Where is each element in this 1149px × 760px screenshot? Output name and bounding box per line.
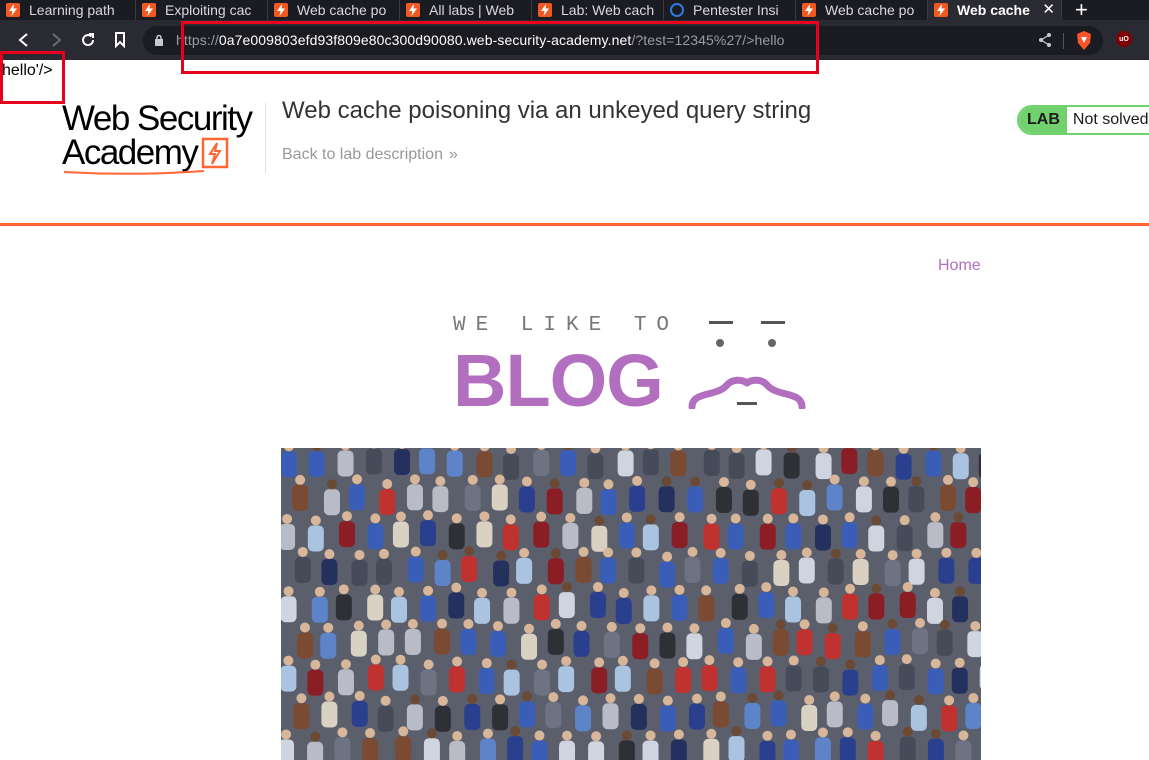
- back-to-lab-description-link[interactable]: Back to lab description »: [282, 146, 458, 164]
- tab-exploiting-cache[interactable]: Exploiting cac: [136, 0, 268, 20]
- tab-label: Web cache: [957, 2, 1030, 18]
- reload-button[interactable]: [76, 28, 100, 52]
- logo-line1: Web Security: [62, 99, 253, 138]
- blog-word: BLOG: [453, 339, 664, 422]
- portswigger-icon: [6, 3, 20, 17]
- tab-label: All labs | Web: [429, 2, 515, 18]
- lock-icon: [155, 34, 163, 46]
- forward-arrow-icon: [52, 33, 62, 47]
- lab-title: Web cache poisoning via an unkeyed query…: [282, 97, 812, 124]
- brave-shields-icon[interactable]: [1076, 31, 1092, 50]
- ublock-origin-icon[interactable]: uO: [1116, 31, 1132, 47]
- logo-line2: Academy: [62, 133, 199, 172]
- portswigger-icon: [406, 3, 420, 17]
- forward-button[interactable]: [44, 28, 68, 52]
- tab-label: Web cache po: [825, 2, 915, 18]
- tab-label: Exploiting cac: [165, 2, 252, 18]
- tab-web-cache-active[interactable]: Web cache ✕: [928, 0, 1062, 20]
- lab-tag: LAB: [1019, 107, 1067, 133]
- bookmark-icon: [115, 32, 125, 48]
- header-orange-rule: [0, 223, 1149, 226]
- urlbar-separator: [1063, 33, 1064, 49]
- double-chevron-icon: »: [448, 146, 458, 163]
- tab-learning-path[interactable]: Learning path: [0, 0, 136, 20]
- lab-status-badge: LAB Not solved: [1017, 105, 1149, 135]
- reload-icon: [82, 33, 95, 47]
- header-divider: [265, 103, 266, 173]
- nav-home-link[interactable]: Home: [938, 257, 981, 275]
- portswigger-icon: [142, 3, 156, 17]
- tab-web-cache-poisoning-1[interactable]: Web cache po: [268, 0, 400, 20]
- tab-label: Web cache po: [297, 2, 387, 18]
- bookmark-button[interactable]: [108, 28, 132, 52]
- portswigger-icon: [538, 3, 552, 17]
- back-button[interactable]: [12, 28, 36, 52]
- tab-web-cache-poisoning-2[interactable]: Web cache po: [796, 0, 928, 20]
- lab-status: Not solved: [1066, 107, 1149, 133]
- tab-pentester-insights[interactable]: Pentester Insi: [664, 0, 796, 20]
- blog-tagline: WE LIKE TO: [453, 314, 680, 337]
- logo-underline-swoosh: [64, 170, 204, 175]
- annotation-box-url: [181, 21, 819, 74]
- web-security-academy-logo[interactable]: Web Security Academy: [62, 99, 253, 175]
- portswigger-icon: [802, 3, 816, 17]
- back-link-label: Back to lab description: [282, 146, 443, 163]
- blog-face-icon: [688, 321, 806, 409]
- tab-all-labs[interactable]: All labs | Web: [400, 0, 532, 20]
- blog-hero-image: [281, 448, 981, 760]
- browser-tab-strip: Learning path Exploiting cac Web cache p…: [0, 0, 1149, 22]
- annotation-box-injected-text: [0, 51, 65, 104]
- tab-label: Pentester Insi: [693, 2, 779, 18]
- back-arrow-icon: [18, 33, 28, 47]
- blog-logo: WE LIKE TO BLOG: [453, 314, 806, 422]
- tab-lab-web-cache[interactable]: Lab: Web cach: [532, 0, 664, 20]
- portswigger-icon: [934, 3, 948, 17]
- tab-label: Lab: Web cach: [561, 2, 655, 18]
- crowd-image: [281, 448, 981, 760]
- logo-line2-row: Academy: [62, 133, 252, 172]
- tab-label: Learning path: [29, 2, 115, 18]
- portswigger-icon: [274, 3, 288, 17]
- pentester-icon: [670, 3, 684, 17]
- logo-bolt-icon: [202, 137, 229, 169]
- close-tab-icon[interactable]: ✕: [1042, 0, 1055, 18]
- share-icon[interactable]: [1037, 32, 1053, 48]
